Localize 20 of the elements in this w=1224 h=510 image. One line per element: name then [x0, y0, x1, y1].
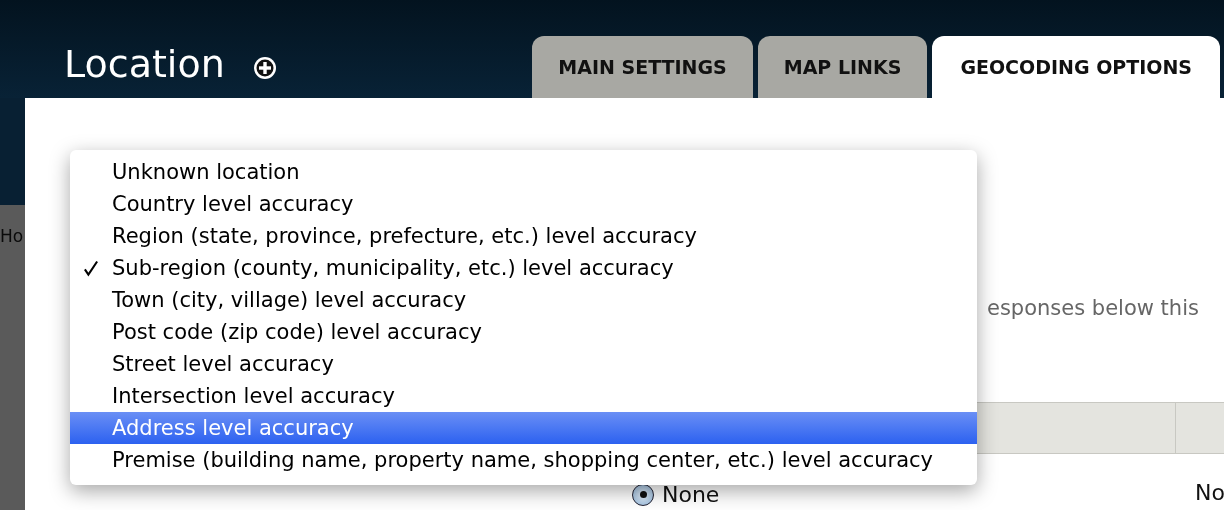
radio-button[interactable]	[632, 483, 654, 506]
menu-item[interactable]: Unknown location	[70, 156, 977, 188]
menu-item[interactable]: Sub-region (county, municipality, etc.) level accuracy	[70, 252, 977, 284]
add-icon[interactable]	[252, 56, 277, 80]
menu-item[interactable]: Post code (zip code) level accuracy	[70, 316, 977, 348]
tab[interactable]: GEOCODING OPTIONS	[932, 36, 1220, 98]
menu-item[interactable]: Street level accuracy	[70, 348, 977, 380]
menu-item[interactable]: Town (city, village) level accuracy	[70, 284, 977, 316]
menu-item[interactable]: Country level accuracy	[70, 188, 977, 220]
menu-item[interactable]: Intersection level accuracy	[70, 380, 977, 412]
menu-item[interactable]: Premise (building name, property name, shopping center, etc.) level accuracy	[70, 444, 977, 476]
tab[interactable]: MAP LINKS	[757, 36, 928, 98]
menu-item[interactable]: Region (state, province, prefecture, etc.) level accuracy	[70, 220, 977, 252]
table-cell: No	[1195, 480, 1224, 505]
tab[interactable]: MAIN SETTINGS	[532, 36, 753, 98]
page-title: Location	[64, 42, 225, 86]
radio-label: None	[662, 482, 720, 507]
checkmark-icon	[84, 260, 98, 277]
description-text: esponses below this	[987, 296, 1200, 320]
menu-item[interactable]: Address level accuracy	[70, 412, 977, 444]
